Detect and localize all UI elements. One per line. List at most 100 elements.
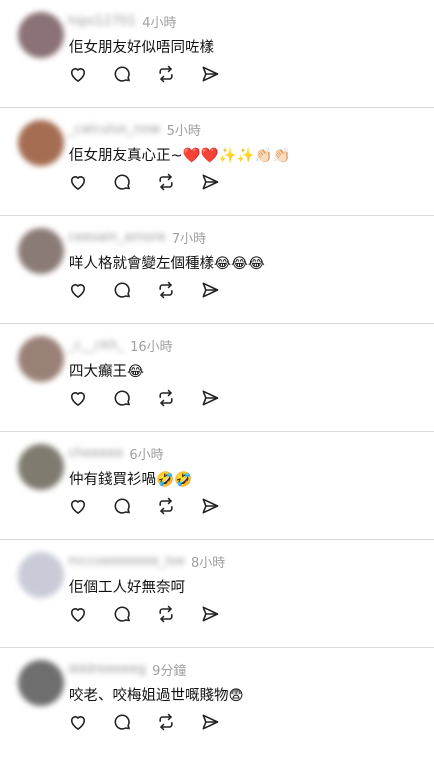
heart-icon [70,392,86,406]
avatar[interactable] [18,444,64,490]
comment-button[interactable] [110,170,134,194]
send-icon [202,498,219,514]
heart-icon [70,608,86,622]
username[interactable]: ceesain_amore [68,230,166,245]
share-button[interactable] [198,278,222,302]
send-icon [202,282,219,298]
action-bar [66,710,222,734]
comment-header: _c__ckh_ 16小時 [68,334,173,356]
username[interactable]: cheeeee [68,446,123,461]
like-button[interactable] [66,170,90,194]
action-bar [66,386,222,410]
timestamp: 4小時 [142,15,177,31]
share-button[interactable] [198,386,222,410]
comment-header: dddreeeeeg 9分鐘 [68,658,186,680]
comment-button[interactable] [110,278,134,302]
comment-item: mccoeeeeeee_loe 8小時 佢個工人好無奈呵 [0,540,434,648]
comment-button[interactable] [110,710,134,734]
heart-icon [70,500,86,514]
comment-icon [114,174,130,190]
action-bar [66,278,222,302]
username[interactable]: _calculus_now [68,122,161,137]
share-button[interactable] [198,62,222,86]
comment-icon [114,714,130,730]
comment-icon [114,498,130,514]
comment-button[interactable] [110,62,134,86]
repost-icon [159,281,173,299]
avatar[interactable] [18,120,64,166]
username[interactable]: _c__ckh_ [68,338,124,353]
comment-icon [114,606,130,622]
heart-icon [70,68,86,82]
heart-icon [70,176,86,190]
avatar[interactable] [18,336,64,382]
action-bar [66,170,222,194]
comment-text: 仲有錢買衫喎🤣🤣 [69,472,193,488]
comment-item: _c__ckh_ 16小時 四大癲王😂 [0,324,434,432]
share-button[interactable] [198,710,222,734]
repost-button[interactable] [154,386,178,410]
avatar[interactable] [18,552,64,598]
like-button[interactable] [66,494,90,518]
heart-icon [70,284,86,298]
timestamp: 7小時 [171,231,207,247]
username[interactable]: mccoeeeeeee_loe [68,554,185,569]
username[interactable]: dddreeeeeg [68,662,146,677]
repost-button[interactable] [154,62,178,86]
avatar[interactable] [18,12,64,58]
repost-icon [159,65,173,83]
action-bar [66,602,222,626]
send-icon [202,174,219,190]
repost-icon [159,389,173,407]
comment-button[interactable] [110,494,134,518]
comment-header: cheeeee 6小時 [68,442,164,464]
repost-button[interactable] [154,602,178,626]
comment-icon [114,390,130,406]
send-icon [202,390,219,406]
avatar[interactable] [18,660,64,706]
comment-feed: hips12701 4小時 佢女朋友好似唔同咗樣 _calculus_now 5… [0,0,434,759]
repost-icon [159,173,173,191]
comment-item: ceesain_amore 7小時 咩人格就會變左個種樣😂😂😂 [0,216,434,324]
like-button[interactable] [66,62,90,86]
share-button[interactable] [198,170,222,194]
timestamp: 5小時 [166,123,201,139]
action-bar [66,494,222,518]
timestamp: 6小時 [129,447,164,463]
comment-item: dddreeeeeg 9分鐘 咬老、咬梅姐過世嘅賤物😨 [0,648,434,756]
comment-button[interactable] [110,386,134,410]
comment-text: 四大癲王😂 [69,364,144,380]
comment-button[interactable] [110,602,134,626]
comment-item: _calculus_now 5小時 佢女朋友真心正~❤️❤️✨✨👏🏻👏🏻 [0,108,434,216]
repost-button[interactable] [154,170,178,194]
send-icon [202,606,219,622]
like-button[interactable] [66,278,90,302]
comment-text: 咩人格就會變左個種樣😂😂😂 [69,256,265,272]
repost-icon [159,605,173,623]
share-button[interactable] [198,602,222,626]
username[interactable]: hips12701 [68,14,136,29]
timestamp: 8小時 [190,555,226,571]
like-button[interactable] [66,710,90,734]
comment-item: hips12701 4小時 佢女朋友好似唔同咗樣 [0,0,434,108]
repost-button[interactable] [154,494,178,518]
repost-button[interactable] [154,710,178,734]
like-button[interactable] [66,602,90,626]
comment-text: 佢女朋友真心正~❤️❤️✨✨👏🏻👏🏻 [69,148,291,164]
comment-header: ceesain_amore 7小時 [68,226,206,248]
like-button[interactable] [66,386,90,410]
share-button[interactable] [198,494,222,518]
avatar[interactable] [18,228,64,274]
timestamp: 9分鐘 [152,663,187,679]
comment-header: mccoeeeeeee_loe 8小時 [68,550,225,572]
heart-icon [70,716,86,730]
comment-text: 佢個工人好無奈呵 [69,580,185,596]
repost-button[interactable] [154,278,178,302]
comment-item: cheeeee 6小時 仲有錢買衫喎🤣🤣 [0,432,434,540]
comment-icon [114,282,130,298]
send-icon [202,714,219,730]
comment-text: 咬老、咬梅姐過世嘅賤物😨 [69,688,244,704]
comment-icon [114,66,130,82]
timestamp: 16小時 [130,339,173,355]
send-icon [202,66,219,82]
